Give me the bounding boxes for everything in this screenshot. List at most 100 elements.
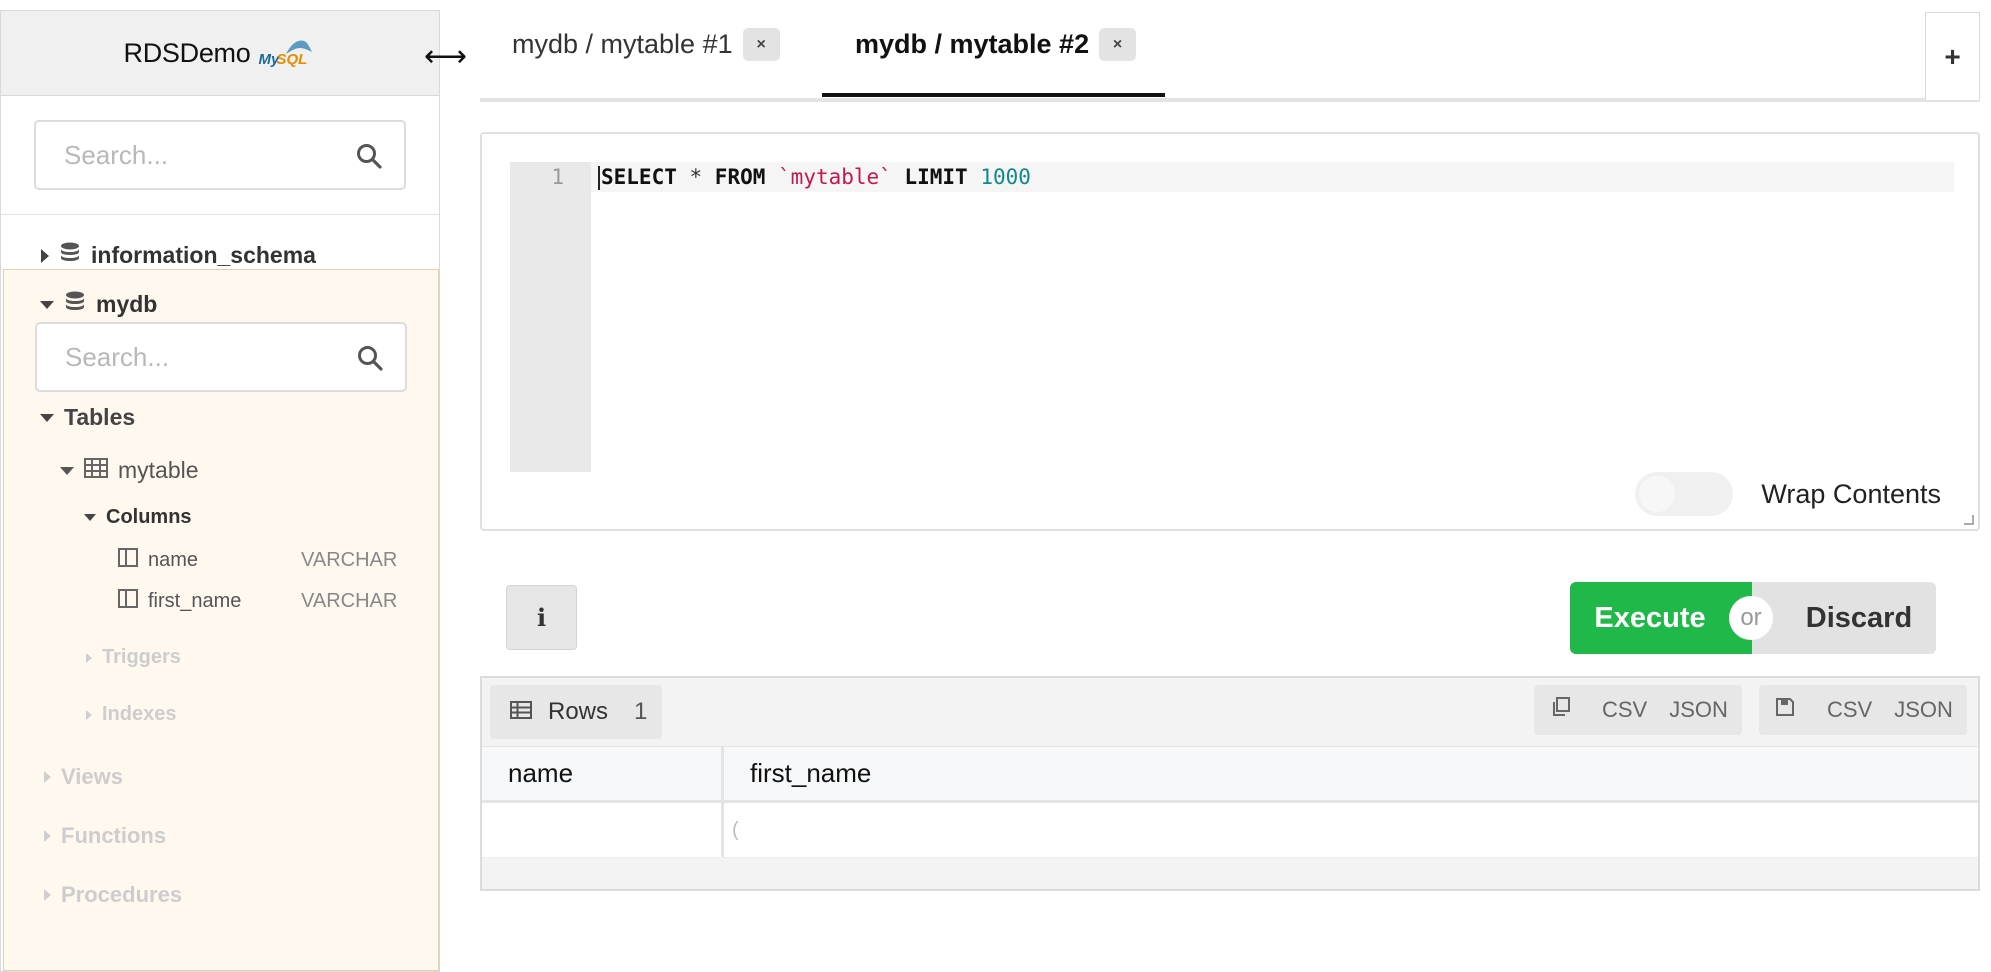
tree-item-mydb[interactable]: mydb (40, 290, 157, 319)
expand-caret-icon[interactable] (86, 652, 92, 663)
copy-export-group: CSV JSON (1534, 685, 1742, 735)
indexes-label: Indexes (102, 703, 177, 725)
line-number: 1 (551, 165, 564, 189)
table-header-row: name first_name (482, 746, 1978, 803)
expand-caret-icon[interactable] (86, 709, 92, 720)
column-header-first-name[interactable]: first_name (724, 747, 1978, 800)
tree-item-procedures[interactable]: Procedures (44, 882, 182, 908)
collapse-caret-icon[interactable] (84, 514, 96, 521)
active-tab-indicator (822, 93, 1165, 97)
save-export-group: CSV JSON (1759, 685, 1967, 735)
execute-button[interactable]: Execute (1570, 582, 1752, 654)
column-item[interactable]: first_name (118, 589, 241, 613)
table-cell[interactable]: ( (724, 803, 1978, 857)
wrap-contents-control: Wrap Contents (1635, 472, 1941, 516)
database-name: information_schema (91, 242, 316, 268)
tab-label: mydb / mytable #1 (512, 29, 733, 59)
tree-item-views[interactable]: Views (44, 764, 123, 790)
sql-keyword: SELECT (601, 165, 677, 189)
column-type: VARCHAR (301, 549, 398, 571)
rows-count: 1 (634, 698, 648, 725)
results-panel: Rows 1 CSV JSON CSV JSON name first_name… (480, 676, 1980, 891)
expand-caret-icon[interactable] (41, 248, 49, 263)
table-icon (84, 458, 108, 483)
column-icon (118, 589, 138, 613)
procedures-label: Procedures (61, 882, 183, 907)
sidebar: RDSDemo My SQL information_schema (0, 10, 440, 972)
mysql-logo-icon: My SQL (258, 36, 316, 70)
sql-identifier: `mytable` (778, 165, 892, 189)
expand-caret-icon[interactable] (44, 771, 51, 783)
copy-json-button[interactable]: JSON (1669, 697, 1728, 723)
database-icon (64, 290, 86, 319)
save-icon[interactable] (1775, 697, 1795, 723)
text-cursor (598, 166, 600, 190)
sql-editor[interactable]: 1 SELECT * FROM `mytable` LIMIT 1000 Wra… (480, 132, 1980, 531)
tab-close-icon[interactable]: × (742, 28, 780, 61)
column-icon (118, 548, 138, 572)
rows-tab[interactable]: Rows 1 (490, 685, 662, 739)
column-name: first_name (148, 589, 242, 612)
expand-caret-icon[interactable] (44, 830, 51, 842)
connection-title: RDSDemo (123, 37, 251, 68)
database-name: mydb (96, 291, 158, 317)
editor-resize-handle-icon[interactable] (1964, 515, 1974, 525)
rows-label: Rows (548, 698, 609, 725)
column-type: VARCHAR (301, 590, 398, 612)
tab-close-icon[interactable]: × (1099, 28, 1137, 61)
toggle-knob (1639, 476, 1676, 512)
search-icon[interactable] (357, 345, 383, 376)
table-row[interactable]: ( (482, 803, 1978, 858)
database-icon (59, 241, 81, 270)
mydb-panel: mydb Tables mytable Columns (3, 269, 439, 971)
execute-discard-group: Execute Discard or (1570, 582, 1936, 654)
mydb-search-input[interactable] (37, 324, 405, 390)
collapse-caret-icon[interactable] (40, 413, 54, 422)
tree-item-indexes[interactable]: Indexes (86, 703, 176, 726)
line-gutter: 1 (510, 162, 591, 472)
tables-label: Tables (64, 404, 136, 430)
sql-keyword: FROM (714, 165, 766, 189)
functions-label: Functions (61, 823, 167, 848)
sql-keyword: LIMIT (904, 165, 968, 189)
code-line[interactable]: SELECT * FROM `mytable` LIMIT 1000 (598, 165, 1031, 190)
sidebar-search-input[interactable] (36, 122, 404, 188)
tree-item-columns[interactable]: Columns (84, 506, 192, 529)
tree-item-tables[interactable]: Tables (40, 404, 135, 431)
sidebar-header: RDSDemo My SQL (1, 11, 439, 96)
tree-item-information-schema[interactable]: information_schema (41, 241, 316, 270)
sql-number: 1000 (980, 165, 1031, 189)
sidebar-resize-handle-icon[interactable]: ⟷ (424, 42, 467, 72)
save-json-button[interactable]: JSON (1894, 697, 1953, 723)
wrap-contents-toggle[interactable] (1635, 472, 1734, 516)
sidebar-search (34, 120, 406, 190)
column-item[interactable]: name (118, 548, 198, 572)
copy-icon[interactable] (1550, 696, 1572, 724)
tab-label: mydb / mytable #2 (855, 29, 1090, 59)
wrap-contents-label: Wrap Contents (1761, 478, 1941, 509)
triggers-label: Triggers (102, 646, 181, 668)
results-toolbar: Rows 1 CSV JSON CSV JSON (482, 678, 1978, 746)
add-tab-button[interactable]: + (1925, 12, 1980, 100)
collapse-caret-icon[interactable] (60, 466, 74, 475)
save-csv-button[interactable]: CSV (1827, 697, 1872, 723)
views-label: Views (61, 764, 123, 789)
tree-item-mytable[interactable]: mytable (60, 457, 199, 484)
columns-label: Columns (106, 506, 192, 528)
collapse-caret-icon[interactable] (40, 300, 54, 309)
column-header-name[interactable]: name (482, 747, 724, 800)
expand-caret-icon[interactable] (44, 889, 51, 901)
table-cell[interactable] (482, 803, 724, 857)
copy-csv-button[interactable]: CSV (1602, 697, 1647, 723)
table-name: mytable (118, 457, 199, 483)
discard-button[interactable]: Discard (1752, 582, 1936, 654)
tree-item-functions[interactable]: Functions (44, 823, 166, 849)
tab-mytable-2[interactable]: mydb / mytable #2 × (855, 28, 1137, 61)
info-button[interactable]: i (506, 585, 577, 650)
search-icon[interactable] (356, 143, 382, 174)
sql-operator: * (676, 165, 715, 189)
column-name: name (148, 548, 199, 571)
tab-mytable-1[interactable]: mydb / mytable #1 × (512, 28, 780, 61)
mydb-search (35, 322, 407, 392)
tree-item-triggers[interactable]: Triggers (86, 646, 181, 669)
